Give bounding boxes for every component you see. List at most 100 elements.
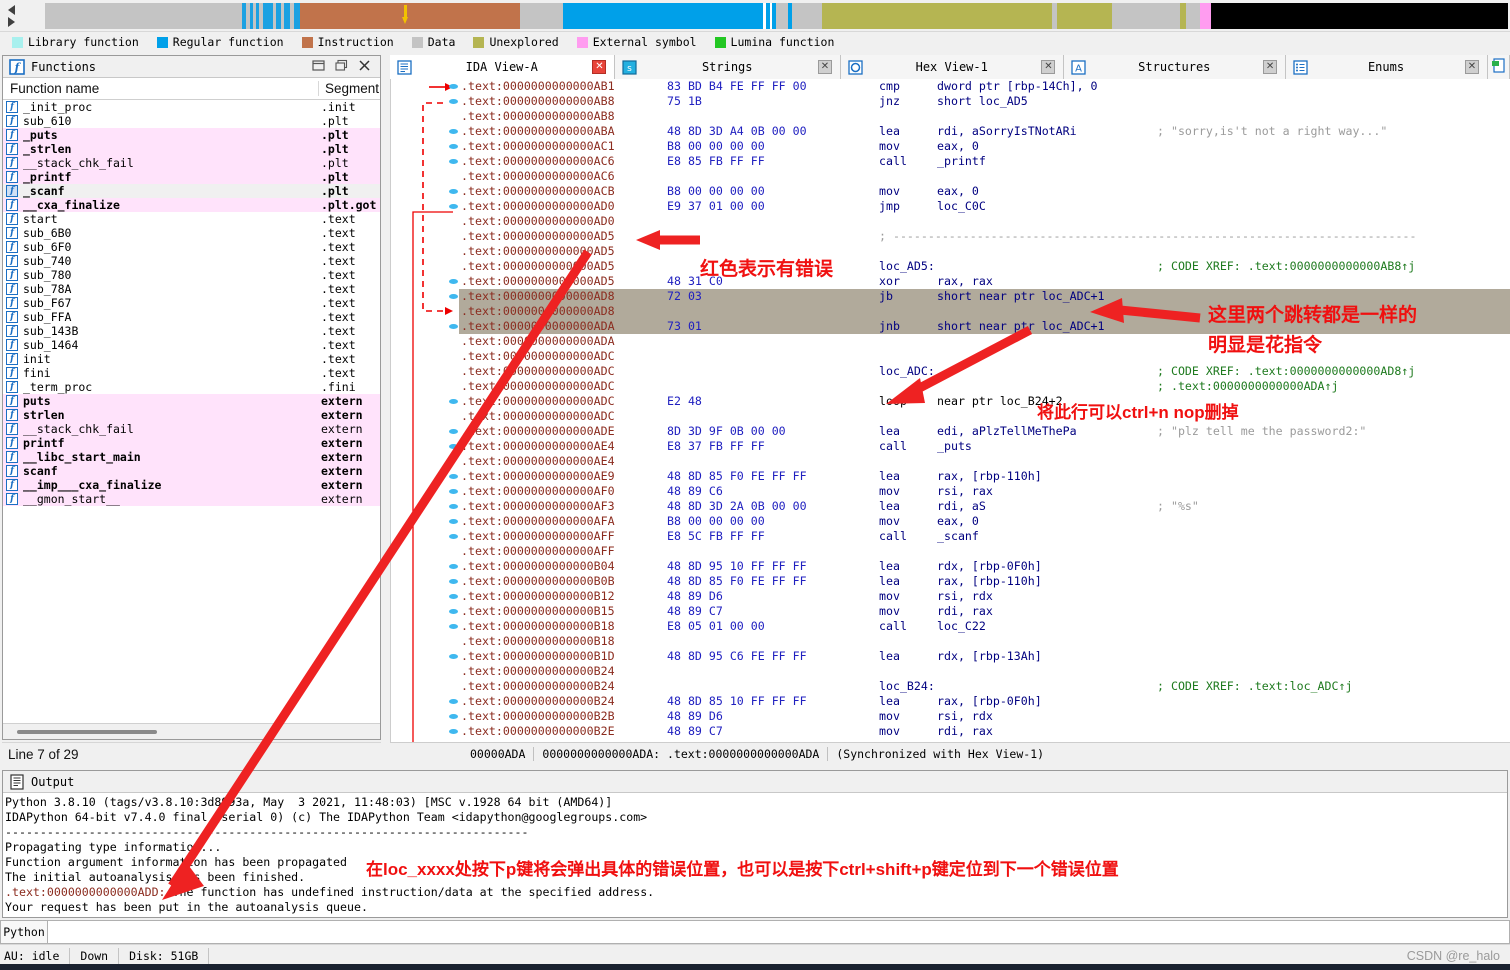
disassembly-row[interactable]: .text:0000000000000AD5loc_AD5:; CODE XRE… [459, 259, 1510, 274]
nav-prev-arrow[interactable] [8, 5, 15, 15]
navigator-cursor[interactable] [402, 5, 409, 27]
disassembly-row[interactable]: .text:0000000000000B2448 8D 85 10 FF FF … [459, 694, 1510, 709]
row-mnemonic[interactable]: mov [879, 484, 900, 499]
function-list-row[interactable]: fsub_78A.text [3, 282, 380, 296]
row-operands[interactable]: near ptr loc_B24+2 [937, 394, 1063, 409]
row-mnemonic[interactable]: lea [879, 694, 900, 709]
disassembly-row[interactable]: .text:0000000000000AD872 03jbshort near … [459, 289, 1510, 304]
disassembly-row[interactable]: .text:0000000000000ADC [459, 349, 1510, 364]
disassembly-row[interactable]: .text:0000000000000AD5; ----------------… [459, 229, 1510, 244]
python-command-input[interactable] [48, 920, 1510, 944]
disassembly-row[interactable]: .text:0000000000000AC6 [459, 169, 1510, 184]
disassembly-row[interactable]: .text:0000000000000AD0E9 37 01 00 00jmpl… [459, 199, 1510, 214]
row-operands[interactable]: loc_C0C [937, 199, 986, 214]
function-list-row[interactable]: f__stack_chk_failextern [3, 422, 380, 436]
output-log[interactable]: Python 3.8.10 (tags/v3.8.10:3d8993a, May… [3, 793, 1507, 917]
row-mnemonic[interactable]: mov [879, 139, 900, 154]
row-operands[interactable]: rsi, rax [937, 484, 993, 499]
row-operands[interactable]: loc_C22 [937, 619, 986, 634]
tab-overflow-icon[interactable] [1488, 55, 1510, 79]
function-list-row[interactable]: finit.text [3, 352, 380, 366]
row-operands[interactable]: eax, 0 [937, 514, 979, 529]
function-list-row[interactable]: f__imp___cxa_finalizeextern [3, 478, 380, 492]
disassembly-row[interactable]: .text:0000000000000AD548 31 C0xorrax, ra… [459, 274, 1510, 289]
row-operands[interactable]: rdi, rax [937, 724, 993, 739]
row-mnemonic[interactable]: call [879, 154, 907, 169]
function-list-row[interactable]: f__libc_start_mainextern [3, 450, 380, 464]
row-operands[interactable]: rax, rax [937, 274, 993, 289]
row-mnemonic[interactable]: lea [879, 424, 900, 439]
tab-hex-view-1[interactable]: Hex View-1✕ [841, 55, 1065, 79]
row-mnemonic[interactable]: mov [879, 604, 900, 619]
disassembly-row[interactable]: .text:0000000000000ADCloc_ADC:; CODE XRE… [459, 364, 1510, 379]
row-mnemonic[interactable]: jmp [879, 199, 900, 214]
disassembly-row[interactable]: .text:0000000000000ABA48 8D 3D A4 0B 00 … [459, 124, 1510, 139]
function-list-row[interactable]: fsub_6F0.text [3, 240, 380, 254]
function-list-row[interactable]: fsub_F67.text [3, 296, 380, 310]
row-mnemonic[interactable]: xor [879, 274, 900, 289]
row-label[interactable]: loc_B24: [879, 679, 935, 694]
row-mnemonic[interactable]: lea [879, 574, 900, 589]
disassembly-row[interactable]: .text:0000000000000B2B48 89 D6movrsi, rd… [459, 709, 1510, 724]
row-operands[interactable]: short loc_AD5 [937, 94, 1028, 109]
tab-enums[interactable]: Enums✕ [1286, 55, 1488, 79]
row-operands[interactable]: rdi, aSorryIsTNotARi [937, 124, 1077, 139]
disassembly-row[interactable]: .text:0000000000000B1548 89 C7movrdi, ra… [459, 604, 1510, 619]
tab-ida-view-a[interactable]: IDA View-A✕ [390, 55, 615, 79]
disassembly-row[interactable]: .text:0000000000000AFF [459, 544, 1510, 559]
disassembly-row[interactable]: .text:0000000000000AC1B8 00 00 00 00move… [459, 139, 1510, 154]
row-label[interactable]: loc_ADC: [879, 364, 935, 379]
restore-icon[interactable] [312, 59, 325, 75]
disassembly-row[interactable]: .text:0000000000000B18E8 05 01 00 00call… [459, 619, 1510, 634]
row-mnemonic[interactable]: lea [879, 124, 900, 139]
disassembly-row[interactable]: .text:0000000000000B1248 89 D6movrsi, rd… [459, 589, 1510, 604]
row-mnemonic[interactable]: jnz [879, 94, 900, 109]
disassembly-row[interactable]: .text:0000000000000AB183 BD B4 FE FF FF … [459, 79, 1510, 94]
disassembly-listing[interactable]: .text:0000000000000AB183 BD B4 FE FF FF … [459, 79, 1510, 742]
disassembly-row[interactable]: .text:0000000000000B18 [459, 634, 1510, 649]
disassembly-row[interactable]: .text:0000000000000ADA [459, 334, 1510, 349]
row-mnemonic[interactable]: jnb [879, 319, 900, 334]
tab-close-icon[interactable]: ✕ [1263, 60, 1277, 74]
functions-horizontal-scrollbar[interactable] [3, 723, 380, 739]
function-list-row[interactable]: fsub_780.text [3, 268, 380, 282]
row-mnemonic[interactable]: mov [879, 184, 900, 199]
row-mnemonic[interactable]: call [879, 529, 907, 544]
row-mnemonic[interactable]: lea [879, 649, 900, 664]
view-tabstrip[interactable]: IDA View-A✕sStrings✕Hex View-1✕AStructur… [390, 55, 1510, 79]
row-mnemonic[interactable]: mov [879, 514, 900, 529]
row-operands[interactable]: short near ptr loc_ADC+1 [937, 319, 1105, 334]
row-operands[interactable]: rdi, rax [937, 604, 993, 619]
new-tab-icon[interactable] [1491, 58, 1506, 76]
disassembly-row[interactable]: .text:0000000000000ACBB8 00 00 00 00move… [459, 184, 1510, 199]
row-operands[interactable]: edi, aPlzTellMeThePa [937, 424, 1077, 439]
navigator-arrows[interactable] [0, 1, 22, 31]
function-list-row[interactable]: fsub_6B0.text [3, 226, 380, 240]
tab-structures[interactable]: AStructures✕ [1064, 55, 1286, 79]
disassembly-row[interactable]: .text:0000000000000ADC [459, 409, 1510, 424]
disassembly-row[interactable]: .text:0000000000000ADA73 01jnbshort near… [459, 319, 1510, 334]
row-mnemonic[interactable]: lea [879, 469, 900, 484]
function-list-row[interactable]: f_printf.plt [3, 170, 380, 184]
disassembly-row[interactable]: .text:0000000000000B0448 8D 95 10 FF FF … [459, 559, 1510, 574]
disassembly-row[interactable]: .text:0000000000000AFFE8 5C FB FF FFcall… [459, 529, 1510, 544]
disassembly-row[interactable]: .text:0000000000000B24loc_B24:; CODE XRE… [459, 679, 1510, 694]
row-mnemonic[interactable]: mov [879, 709, 900, 724]
row-operands[interactable]: eax, 0 [937, 184, 979, 199]
row-mnemonic[interactable]: lea [879, 559, 900, 574]
function-list-row[interactable]: f_term_proc.fini [3, 380, 380, 394]
row-mnemonic[interactable]: jb [879, 289, 893, 304]
functions-list[interactable]: f_init_proc.initfsub_610.pltf_puts.pltf_… [3, 100, 380, 723]
row-operands[interactable]: _puts [937, 439, 972, 454]
function-list-row[interactable]: f_puts.plt [3, 128, 380, 142]
row-operands[interactable]: rax, [rbp-110h] [937, 469, 1042, 484]
disassembly-row[interactable]: .text:0000000000000AD5 [459, 244, 1510, 259]
function-list-row[interactable]: fsub_FFA.text [3, 310, 380, 324]
disassembly-row[interactable]: .text:0000000000000AC6E8 85 FB FF FFcall… [459, 154, 1510, 169]
row-operands[interactable]: eax, 0 [937, 139, 979, 154]
row-operands[interactable]: rdx, [rbp-0F0h] [937, 559, 1042, 574]
close-icon[interactable] [358, 59, 371, 75]
tab-close-icon[interactable]: ✕ [818, 60, 832, 74]
disassembly-row[interactable]: .text:0000000000000B1D48 8D 95 C6 FE FF … [459, 649, 1510, 664]
disassembly-row[interactable]: .text:0000000000000ADC; .text:0000000000… [459, 379, 1510, 394]
